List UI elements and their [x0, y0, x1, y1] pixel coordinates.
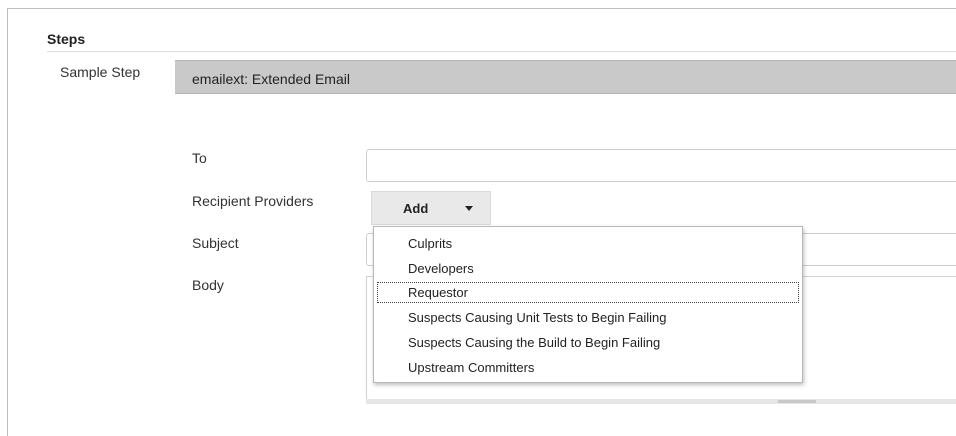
divider — [47, 51, 956, 52]
menu-item-developers[interactable]: Developers — [377, 258, 799, 279]
menu-item-suspects-build[interactable]: Suspects Causing the Build to Begin Fail… — [377, 332, 799, 353]
menu-item-label: Culprits — [408, 236, 453, 251]
to-input[interactable] — [366, 149, 956, 182]
menu-item-label: Developers — [408, 261, 474, 276]
scrollbar-thumb[interactable] — [778, 400, 816, 403]
steps-section-title: Steps — [47, 31, 86, 47]
menu-item-label: Requestor — [408, 285, 468, 300]
add-recipient-provider-button[interactable]: Add — [371, 191, 491, 225]
menu-item-label: Upstream Committers — [408, 360, 535, 375]
add-button-label: Add — [403, 201, 429, 216]
to-label: To — [192, 150, 207, 166]
menu-item-requestor[interactable]: Requestor — [377, 282, 799, 303]
body-scrollbar[interactable] — [366, 399, 956, 404]
subject-label: Subject — [192, 235, 239, 251]
recipient-providers-menu: Culprits Developers Requestor Suspects C… — [373, 226, 803, 383]
chevron-down-icon — [465, 206, 473, 211]
sample-step-select[interactable]: emailext: Extended Email — [175, 60, 956, 94]
menu-item-suspects-unit-tests[interactable]: Suspects Causing Unit Tests to Begin Fai… — [377, 307, 799, 328]
sample-step-value: emailext: Extended Email — [192, 71, 350, 87]
menu-item-culprits[interactable]: Culprits — [377, 233, 799, 254]
sample-step-label: Sample Step — [60, 64, 141, 80]
body-label: Body — [192, 277, 224, 293]
menu-item-label: Suspects Causing Unit Tests to Begin Fai… — [408, 310, 667, 325]
recipient-providers-label: Recipient Providers — [192, 193, 314, 209]
menu-item-label: Suspects Causing the Build to Begin Fail… — [408, 335, 661, 350]
menu-item-upstream-committers[interactable]: Upstream Committers — [377, 357, 799, 378]
